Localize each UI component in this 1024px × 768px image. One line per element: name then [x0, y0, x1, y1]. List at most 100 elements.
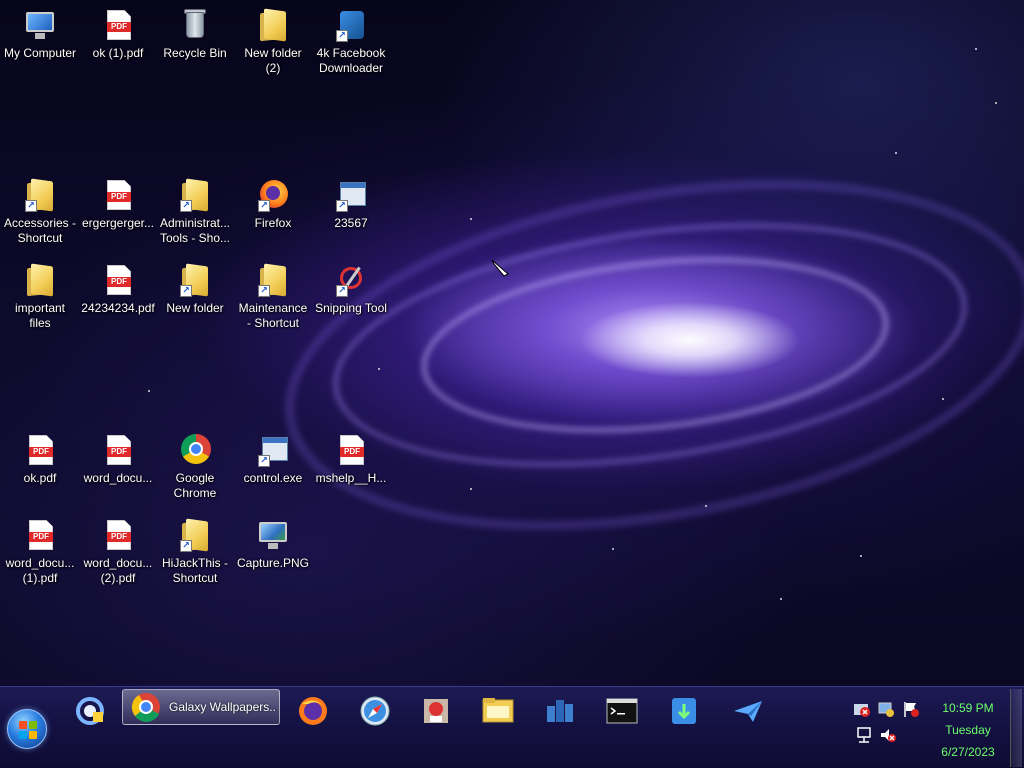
- icon-label: Firefox: [254, 216, 292, 230]
- icon-label: word_docu...: [83, 556, 153, 570]
- icon-label: Snipping Tool: [315, 301, 387, 315]
- star: [378, 368, 380, 370]
- show-desktop-button[interactable]: [1010, 689, 1022, 767]
- icon-label: Maintenance: [238, 301, 308, 315]
- taskbar-sync-app[interactable]: [70, 691, 110, 731]
- icon-label-line2: Downloader: [318, 61, 384, 75]
- pdf-icon: PDF: [23, 433, 57, 467]
- desktop-icon-administrative-tools[interactable]: ↗ Administrat... Tools - Sho...: [155, 174, 235, 256]
- desktop-icon-google-chrome[interactable]: Google Chrome: [155, 429, 235, 511]
- command-prompt-icon: [606, 698, 638, 724]
- clock-day: Tuesday: [945, 723, 991, 737]
- desktop-icon-capture-png[interactable]: Capture.PNG: [233, 514, 313, 596]
- desktop-icon-control-exe[interactable]: ↗ control.exe: [233, 429, 313, 511]
- recycle-bin-icon: [178, 8, 212, 42]
- desktop-icon-ok-1-pdf[interactable]: PDF ok (1).pdf: [78, 4, 158, 86]
- desktop-icon-new-folder[interactable]: ↗ New folder: [155, 259, 235, 341]
- active-window-title: Galaxy Wallpapers...: [169, 700, 277, 714]
- desktop-icon-word-document[interactable]: PDF word_docu...: [78, 429, 158, 511]
- taskbar-firefox[interactable]: [293, 691, 333, 731]
- taskbar-send-app[interactable]: [728, 691, 768, 731]
- pdf-icon: PDF: [334, 433, 368, 467]
- desktop-icon-24234234-pdf[interactable]: PDF 24234234.pdf: [78, 259, 158, 341]
- desktop-icon-firefox[interactable]: ↗ Firefox: [233, 174, 313, 256]
- taskbar-file-explorer[interactable]: [478, 691, 518, 731]
- icon-label: My Computer: [3, 46, 77, 60]
- icon-label: New folder: [244, 46, 302, 60]
- desktop-icon-accessories-shortcut[interactable]: ↗ Accessories - Shortcut: [0, 174, 80, 256]
- error-icon[interactable]: [853, 700, 871, 718]
- desktop-icon-hijackthis-shortcut[interactable]: ↗ HiJackThis - Shortcut: [155, 514, 235, 596]
- icon-label-line2: Shortcut: [172, 571, 218, 585]
- folder-shortcut-icon: ↗: [178, 518, 212, 552]
- icon-label: Administrat...: [159, 216, 231, 230]
- control-panel-icon: ↗: [256, 433, 290, 467]
- desktop-icon-ergergerger[interactable]: PDF ergergerger...: [78, 174, 158, 256]
- system-clock[interactable]: 10:59 PM Tuesday 6/27/2023: [934, 697, 1002, 763]
- desktop-wallpaper: My Computer PDF ok (1).pdf Recycle Bin N…: [0, 0, 1024, 686]
- desktop-icon-recycle-bin[interactable]: Recycle Bin: [155, 4, 235, 86]
- desktop-icon-23567[interactable]: ↗ 23567: [311, 174, 391, 256]
- folder-icon: [23, 263, 57, 297]
- pdf-icon: PDF: [101, 8, 135, 42]
- star: [612, 548, 614, 550]
- icon-label: Recycle Bin: [163, 46, 227, 60]
- icon-label-line2: Shortcut: [17, 231, 63, 245]
- app-download-icon: ↗: [334, 8, 368, 42]
- taskbar-shield-app[interactable]: [416, 691, 456, 731]
- icon-label: ok.pdf: [23, 471, 57, 485]
- taskbar-command-prompt[interactable]: [602, 691, 642, 731]
- folder-shortcut-icon: ↗: [178, 263, 212, 297]
- icon-label-line2: Tools - Sho...: [159, 231, 231, 245]
- desktop-icon-important-files[interactable]: important files: [0, 259, 80, 341]
- network-icon[interactable]: [855, 726, 873, 744]
- snipping-tool-icon: ↗: [334, 263, 368, 297]
- network-settings-icon[interactable]: [877, 700, 895, 718]
- icon-label-line2: files: [29, 316, 51, 330]
- taskbar-download-app[interactable]: [664, 691, 704, 731]
- sync-icon: [76, 697, 104, 725]
- mouse-pointer-icon: [491, 259, 509, 277]
- star: [942, 398, 944, 400]
- icon-label: Capture.PNG: [236, 556, 310, 570]
- taskbar-network-tool[interactable]: [540, 691, 580, 731]
- action-center-flag-icon[interactable]: [902, 700, 920, 718]
- network-tool-icon: [547, 700, 573, 722]
- star: [780, 598, 782, 600]
- desktop-icon-word-document-2-pdf[interactable]: PDF word_docu... (2).pdf: [78, 514, 158, 596]
- taskbar: Galaxy Wallpapers... 10:59 PM Tuesday 6/…: [0, 686, 1024, 768]
- star: [148, 390, 150, 392]
- taskbar-safari[interactable]: [355, 691, 395, 731]
- desktop-icon-mshelp[interactable]: PDF mshelp__H...: [311, 429, 391, 511]
- icon-label: 4k Facebook: [316, 46, 386, 60]
- galaxy-arm: [412, 235, 898, 455]
- computer-icon: [23, 8, 57, 42]
- shield-app-icon: [424, 699, 448, 723]
- icon-label: important: [14, 301, 66, 315]
- desktop-icon-4k-facebook-downloader[interactable]: ↗ 4k Facebook Downloader: [311, 4, 391, 86]
- desktop-icon-snipping-tool[interactable]: ↗ Snipping Tool: [311, 259, 391, 341]
- download-app-icon: [672, 698, 696, 724]
- volume-muted-icon[interactable]: [879, 726, 897, 744]
- folder-icon: [256, 8, 290, 42]
- icon-label-line2: (1).pdf: [22, 571, 58, 585]
- star: [860, 555, 862, 557]
- star: [995, 102, 997, 104]
- icon-label: 23567: [334, 216, 368, 230]
- icon-label: Accessories -: [3, 216, 77, 230]
- galaxy-arm: [317, 186, 983, 504]
- taskbar-active-window-chrome[interactable]: Galaxy Wallpapers...: [122, 689, 280, 725]
- icon-label: word_docu...: [5, 556, 75, 570]
- icon-label: mshelp__H...: [315, 471, 387, 485]
- folder-shortcut-icon: ↗: [23, 178, 57, 212]
- desktop-icon-ok-pdf[interactable]: PDF ok.pdf: [0, 429, 80, 511]
- start-button[interactable]: [7, 709, 47, 749]
- desktop-icon-new-folder-2[interactable]: New folder (2): [233, 4, 313, 86]
- desktop-icon-maintenance-shortcut[interactable]: ↗ Maintenance - Shortcut: [233, 259, 313, 341]
- icon-label: New folder: [166, 301, 224, 315]
- folder-shortcut-icon: ↗: [256, 263, 290, 297]
- icon-label: word_docu...: [83, 471, 153, 485]
- desktop-icon-my-computer[interactable]: My Computer: [0, 4, 80, 86]
- star: [895, 152, 897, 154]
- desktop-icon-word-document-1-pdf[interactable]: PDF word_docu... (1).pdf: [0, 514, 80, 596]
